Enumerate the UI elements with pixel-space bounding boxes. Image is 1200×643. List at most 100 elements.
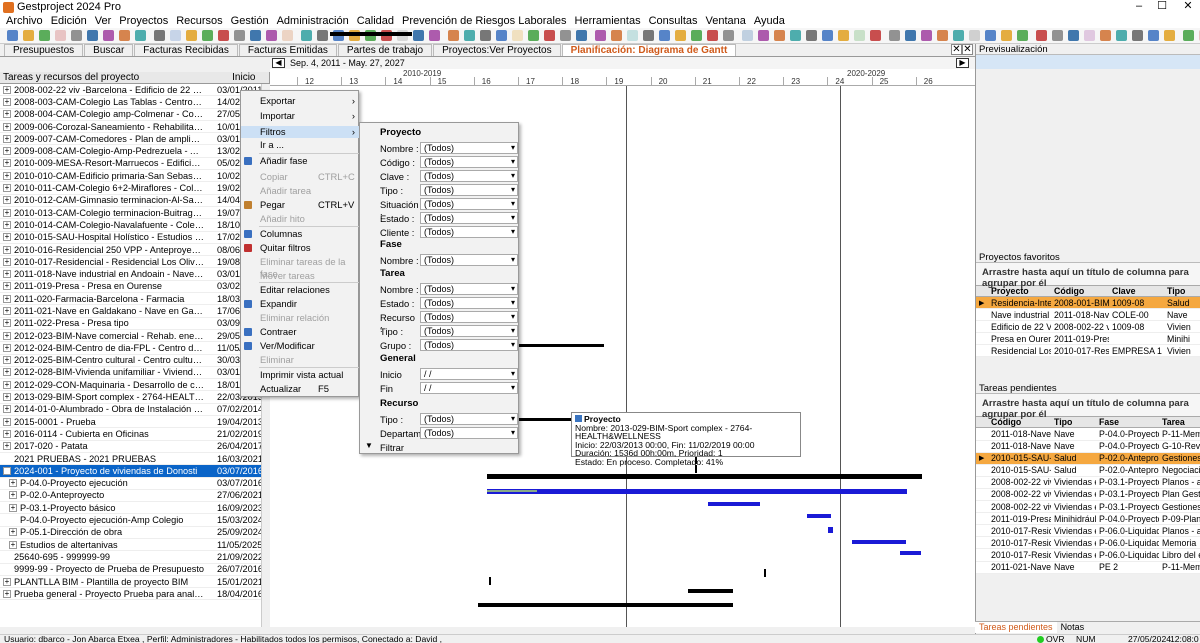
toolbar-icon[interactable]	[39, 30, 50, 41]
grid-col-header[interactable]: Clave	[1109, 286, 1164, 296]
tree-row[interactable]: +2010-015-SAU-Hospital Holístico - Estud…	[0, 232, 269, 244]
gantt-bar[interactable]	[807, 514, 831, 518]
context-menu-item[interactable]: Expandir	[241, 298, 359, 310]
expand-toggle[interactable]: +	[3, 442, 11, 451]
gantt-bar[interactable]	[852, 540, 906, 544]
toolbar-icon[interactable]	[218, 30, 229, 41]
toolbar-icon[interactable]	[707, 30, 718, 41]
tree-row[interactable]: +2008-002-22 viv -Barcelona - Edificio d…	[0, 84, 269, 97]
context-menu-item[interactable]: Columnas	[241, 228, 359, 240]
toolbar-icon[interactable]	[544, 30, 555, 41]
tree-row[interactable]: +2010-017-Residencial - Residencial Los …	[0, 256, 269, 269]
context-menu-item[interactable]: Ver/Modificar	[241, 340, 359, 352]
filter-combo[interactable]: (Todos)	[420, 339, 518, 351]
expand-toggle[interactable]: +	[3, 171, 11, 180]
tree-row[interactable]: +2011-020-Farmacia-Barcelona - Farmacia1…	[0, 293, 269, 306]
context-menu-item[interactable]: Ir a ...	[241, 139, 359, 151]
filter-combo[interactable]: (Todos)	[420, 297, 518, 309]
expand-toggle[interactable]: +	[3, 110, 11, 119]
tree-row[interactable]: +2011-019-Presa - Presa en Ourense03/02/…	[0, 281, 269, 294]
toolbar-icon[interactable]	[23, 30, 34, 41]
toolbar-icon[interactable]	[1017, 30, 1028, 41]
toolbar-icon[interactable]	[55, 30, 66, 41]
toolbar-icon[interactable]	[1068, 30, 1079, 41]
expand-toggle[interactable]: +	[3, 306, 11, 315]
toolbar-icon[interactable]	[889, 30, 900, 41]
toolbar-icon[interactable]	[496, 30, 507, 41]
tree-row[interactable]: + PLANTLLA BIM - Plantilla de proyecto BI…	[0, 576, 269, 589]
expand-toggle[interactable]: +	[3, 245, 11, 254]
toolbar-icon[interactable]	[691, 30, 702, 41]
toolbar-icon[interactable]	[528, 30, 539, 41]
tree-row[interactable]: +2009-007-CAM-Comedores - Plan de amplia…	[0, 133, 269, 146]
expand-toggle[interactable]: +	[3, 589, 11, 598]
toolbar-icon[interactable]	[135, 30, 146, 41]
close-button[interactable]: ✕	[1176, 0, 1200, 14]
gantt-bar[interactable]	[478, 603, 733, 607]
grid-row[interactable]: 2010-017-Resid...Viviendas e...P-06.0-Li…	[976, 537, 1200, 550]
menu-item-12[interactable]: Ayuda	[754, 15, 785, 27]
grid-row[interactable]: Residencial Los Oli...2010-017-Resid...E…	[976, 345, 1200, 358]
expand-toggle[interactable]: +	[9, 503, 17, 512]
col-header-name[interactable]: Tareas y recursos del proyecto	[0, 72, 229, 83]
tree-row[interactable]: +2008-003-CAM-Colegio Las Tablas - Centr…	[0, 96, 269, 109]
grid-row[interactable]: Presa en Ourense2011-019-Presa Minihi	[976, 333, 1200, 346]
grid-col-header[interactable]: Código	[1051, 286, 1109, 296]
toolbar-icon[interactable]	[7, 30, 18, 41]
menu-item-5[interactable]: Gestión	[231, 15, 269, 27]
tree-row[interactable]: +2016-0114 - Cubierta en Oficinas 21/02/2…	[0, 428, 269, 441]
expand-toggle[interactable]: +	[3, 356, 11, 365]
grid-row[interactable]: 2010-017-Resid...Viviendas e...P-06.0-Li…	[976, 549, 1200, 562]
tree-row[interactable]: +2010-013-CAM-Colegio terminacion-Buitra…	[0, 207, 269, 220]
tree-row[interactable]: +2014-01-0-Alumbrado - Obra de Instalaci…	[0, 404, 269, 417]
context-menu-item[interactable]: Contraer	[241, 326, 359, 338]
expand-toggle[interactable]: +	[3, 380, 11, 389]
filter-combo[interactable]: (Todos)	[420, 198, 518, 210]
toolbar-icon[interactable]	[413, 30, 424, 41]
tree-row[interactable]: +2012-029-CON-Maquinaria - Desarrollo de…	[0, 379, 269, 392]
toolbar-icon[interactable]	[429, 30, 440, 41]
toolbar-icon[interactable]	[1148, 30, 1159, 41]
grid-row[interactable]: ▶ 2010-015-SAU-...Salud P-02.0-Antepro...G…	[976, 452, 1200, 465]
tree-row[interactable]: +2010-011-CAM-Colegio 6+2-Miraflores - C…	[0, 182, 269, 195]
toolbar-icon[interactable]	[870, 30, 881, 41]
expand-toggle[interactable]: +	[3, 343, 11, 352]
panel-close-icon[interactable]: ✕	[962, 44, 973, 55]
gantt-milestone[interactable]	[489, 577, 491, 585]
filter-combo[interactable]: (Todos)	[420, 283, 518, 295]
expand-toggle[interactable]: +	[3, 208, 11, 217]
expand-toggle[interactable]: +	[3, 429, 11, 438]
grid-col-header[interactable]: Tarea	[1159, 417, 1200, 427]
filter-combo[interactable]: / /	[420, 382, 518, 394]
tree-row[interactable]: +2010-009-MESA-Resort-Marruecos - Edific…	[0, 158, 269, 171]
expand-toggle[interactable]: -	[3, 466, 11, 475]
tree-row[interactable]: +2012-023-BIM-Nave comercial - Rehab. en…	[0, 330, 269, 343]
grid-col-header[interactable]: Tipo	[1164, 286, 1200, 296]
tree-row[interactable]: P-04.0-Proyecto ejecución-Amp Colegio 15/…	[0, 514, 269, 527]
tab-pending[interactable]: Tareas pendientes	[975, 622, 1057, 633]
tree-row[interactable]: +2015-0001 - Prueba 19/04/2013	[0, 416, 269, 429]
expand-toggle[interactable]: +	[3, 184, 11, 193]
grid-row[interactable]: 2011-021-Nave...Nave PE 2 P-11-Mem	[976, 561, 1200, 574]
tree-row[interactable]: + P-02.0-Anteproyecto 27/06/2021	[0, 490, 269, 503]
filter-combo[interactable]: (Todos)	[420, 311, 518, 323]
gantt-bar[interactable]	[900, 551, 921, 555]
grid-col-header[interactable]: Proyecto	[988, 286, 1051, 296]
toolbar-icon[interactable]	[1001, 30, 1012, 41]
expand-toggle[interactable]: +	[3, 282, 11, 291]
grid-row[interactable]: 2011-018-Nave i...Nave P-04.0-Proyecto...…	[976, 428, 1200, 441]
filter-combo[interactable]: (Todos)	[420, 156, 518, 168]
gantt-bar[interactable]	[487, 474, 922, 479]
toolbar-icon[interactable]	[1116, 30, 1127, 41]
expand-toggle[interactable]: +	[3, 319, 11, 328]
context-menu-item[interactable]: Exportar ›	[241, 95, 359, 107]
expand-toggle[interactable]: +	[3, 134, 11, 143]
tab-notes[interactable]: Notas	[1057, 622, 1089, 633]
grid-row[interactable]: 2008-002-22 viv...Viviendas e...P-03.1-P…	[976, 501, 1200, 514]
grid-row[interactable]: ▶ Residencia-Interna...2008-001-BIM-8...1…	[976, 297, 1200, 310]
toolbar-icon[interactable]	[1052, 30, 1063, 41]
gantt-bar[interactable]	[688, 589, 733, 593]
toolbar-icon[interactable]	[774, 30, 785, 41]
filter-combo[interactable]: / /	[420, 368, 518, 380]
gantt-bar[interactable]	[708, 502, 760, 506]
